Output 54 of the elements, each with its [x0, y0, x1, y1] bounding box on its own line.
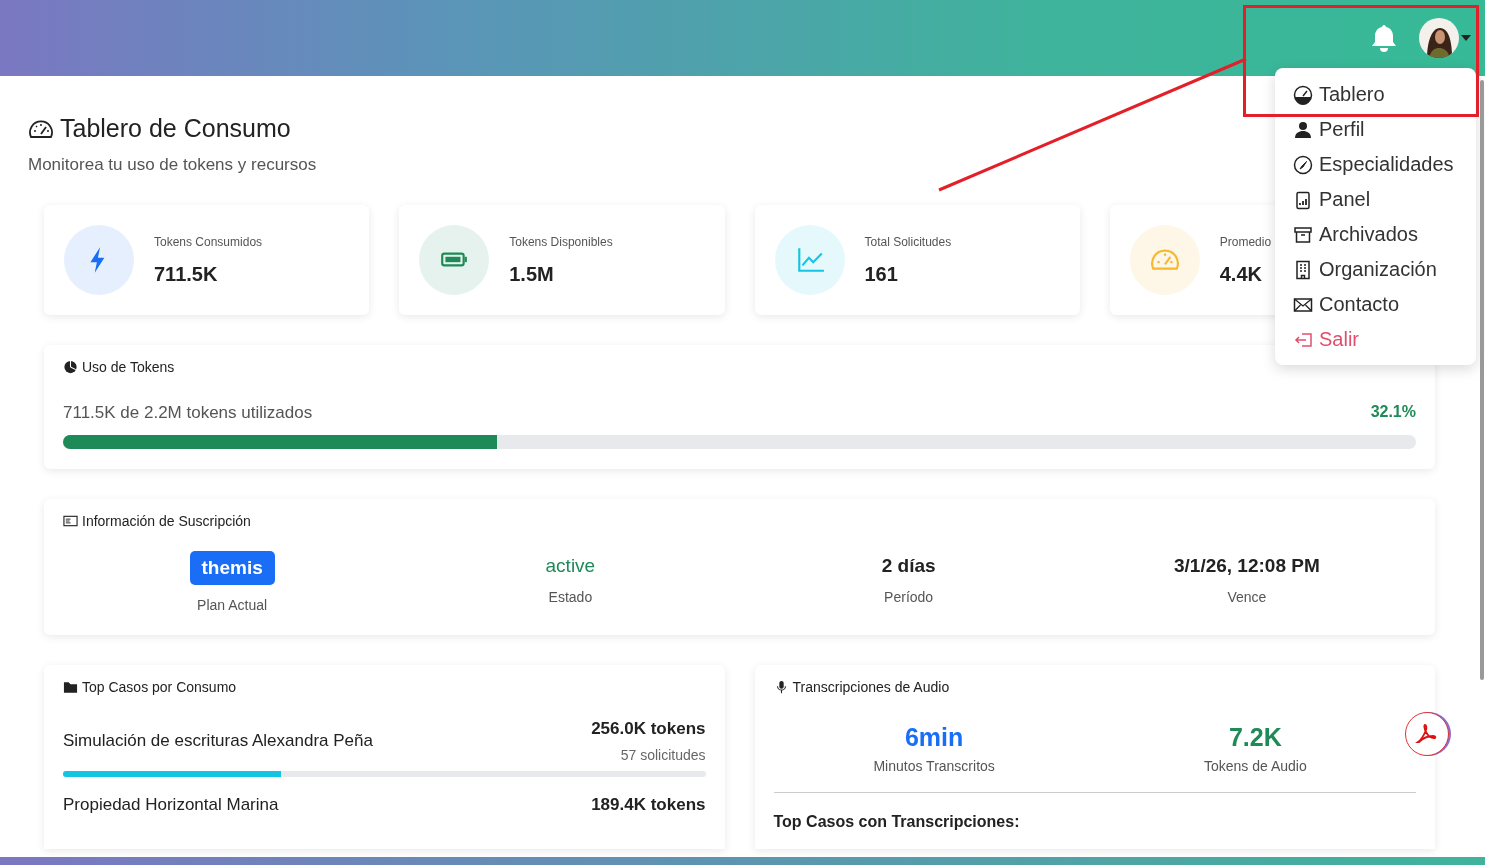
- case-tokens: 189.4K tokens: [591, 795, 706, 815]
- usage-percent: 32.1%: [1370, 403, 1416, 422]
- metric-label: Tokens de Audio: [1204, 758, 1307, 774]
- menu-item[interactable]: Organización: [1275, 252, 1476, 287]
- stat-value: 1.5M: [509, 262, 555, 286]
- folder-icon: [63, 680, 78, 694]
- pdf-icon: [1415, 722, 1439, 746]
- menu-item[interactable]: Contacto: [1275, 287, 1476, 322]
- metric-value: 7.2K: [1228, 723, 1282, 752]
- menu-item[interactable]: Archivados: [1275, 217, 1476, 252]
- clipboard-chart-icon: [1293, 189, 1313, 210]
- building-icon: [1293, 259, 1313, 280]
- menu-item[interactable]: Panel: [1275, 182, 1476, 217]
- dashboard-gauge-icon: [1293, 84, 1313, 105]
- usage-summary: 711.5K de 2.2M tokens utilizados: [63, 403, 313, 423]
- pie-chart-icon: [63, 360, 78, 374]
- status-value: active: [545, 554, 596, 577]
- id-card-icon: [63, 514, 78, 528]
- stat-label: Tokens Consumidos: [154, 234, 263, 249]
- menu-item[interactable]: Perfil: [1275, 112, 1476, 147]
- case-tokens: 256.0K tokens: [591, 719, 706, 739]
- menu-item[interactable]: Especialidades: [1275, 147, 1476, 182]
- archive-box-icon: [1293, 224, 1313, 245]
- section-title: Top Casos por Consumo: [82, 679, 237, 695]
- bell-icon[interactable]: [1371, 24, 1397, 52]
- field-label: Estado: [548, 589, 593, 605]
- section-title: Uso de Tokens: [82, 359, 175, 375]
- field-value: 3/1/26, 12:08 PM: [1174, 554, 1320, 577]
- section-title: Transcripciones de Audio: [792, 679, 950, 695]
- stat-value: 161: [864, 262, 899, 286]
- page-subtitle: Monitorea tu uso de tokens y recursos: [28, 155, 317, 175]
- stat-label: Tokens Disponibles: [509, 234, 613, 249]
- case-requests: 57 solicitudes: [620, 747, 706, 763]
- field-label: Período: [884, 589, 934, 605]
- subheading: Top Casos con Transcripciones:: [773, 813, 1021, 831]
- stat-label: Total Solicitudes: [864, 234, 952, 249]
- stat-label: Promedio: [1219, 234, 1272, 249]
- field-value: 2 días: [881, 554, 936, 577]
- field-label: Vence: [1227, 589, 1267, 605]
- caret-icon: [1461, 35, 1471, 41]
- stat-value: 711.5K: [154, 262, 219, 286]
- metric-value: 6min: [904, 723, 964, 752]
- case-name: Propiedad Horizontal Marina: [63, 795, 279, 815]
- scrollbar-thumb[interactable]: [1480, 80, 1484, 680]
- field-label: Plan Actual: [197, 597, 268, 613]
- compass-icon: [1293, 154, 1313, 175]
- user-icon: [1293, 119, 1313, 140]
- case-name: Simulación de escrituras Alexandra Peña: [63, 731, 373, 751]
- page-title: Tablero de Consumo: [60, 114, 291, 143]
- logout-link[interactable]: Salir: [1275, 322, 1476, 357]
- plan-badge: themis: [189, 551, 275, 585]
- section-title: Información de Suscripción: [82, 513, 251, 529]
- metric-label: Minutos Transcritos: [873, 758, 995, 774]
- stat-value: 4.4K: [1219, 262, 1263, 286]
